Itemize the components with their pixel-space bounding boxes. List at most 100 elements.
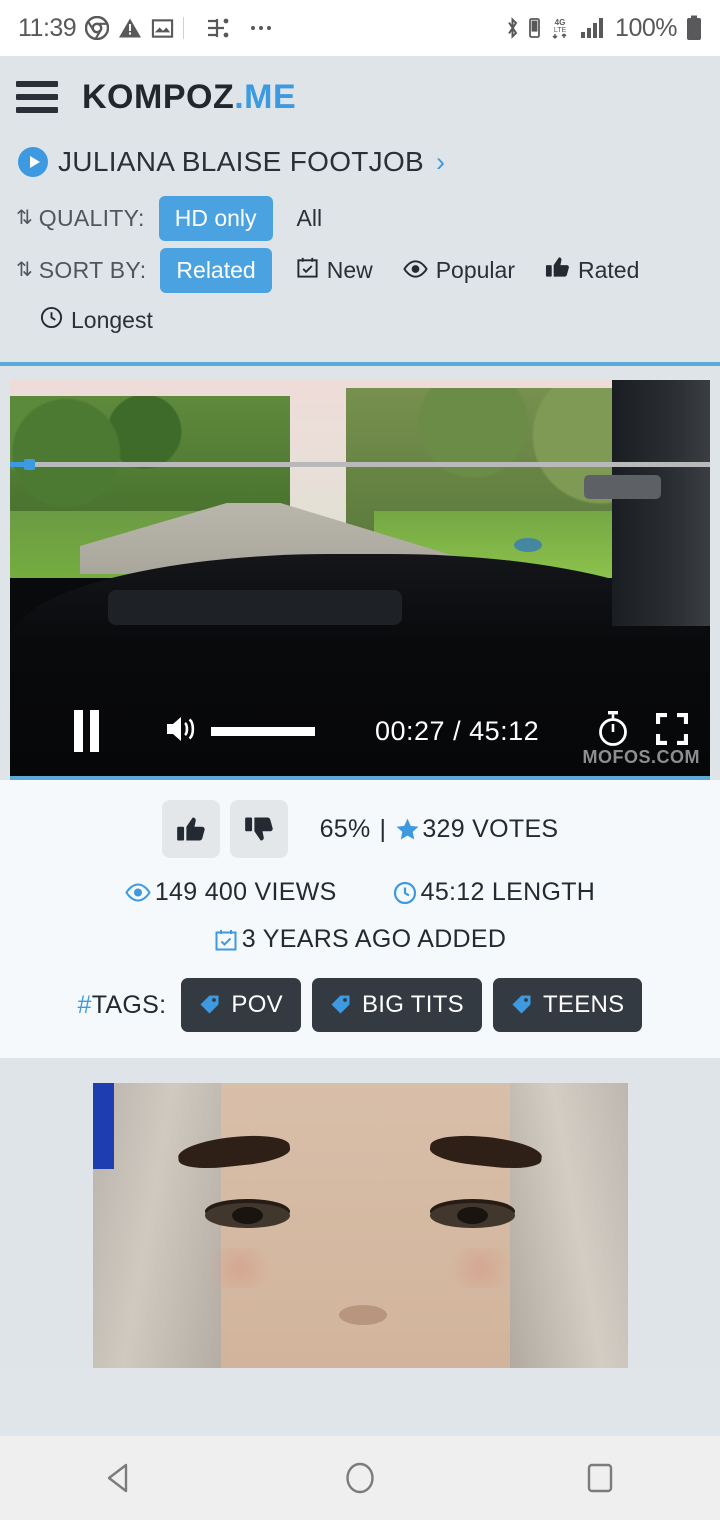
length-stat: 45:12 LENGTH bbox=[393, 878, 596, 907]
recents-square-icon[interactable] bbox=[540, 1436, 660, 1520]
star-icon bbox=[395, 817, 420, 842]
chrome-icon bbox=[85, 16, 110, 40]
player-right-controls bbox=[596, 710, 694, 752]
eye-icon bbox=[403, 257, 428, 284]
video-stats-panel: 65% | 329 VOTES 149 400 VIEWS 45:12 LENG… bbox=[0, 780, 720, 1058]
fullscreen-icon[interactable] bbox=[655, 712, 689, 750]
tag-label: TEENS bbox=[542, 991, 625, 1018]
logo-suffix: .ME bbox=[234, 77, 297, 116]
status-bar-left: 11:39 bbox=[18, 14, 272, 43]
tags-label-text: TAGS: bbox=[91, 990, 167, 1019]
chevron-right-icon: › bbox=[436, 146, 446, 177]
sort-option-rated[interactable]: Rated bbox=[545, 256, 639, 284]
thumb-cheek-right bbox=[440, 1248, 521, 1289]
meta-row-primary: 149 400 VIEWS 45:12 LENGTH bbox=[0, 878, 720, 907]
player-watermark: MOFOS.COM bbox=[582, 747, 700, 767]
rating-summary: 65% | 329 VOTES bbox=[320, 815, 559, 844]
status-time: 11:39 bbox=[18, 13, 77, 42]
vote-row: 65% | 329 VOTES bbox=[0, 800, 720, 858]
video-mirror bbox=[584, 475, 661, 499]
stopwatch-icon[interactable] bbox=[596, 710, 630, 752]
volume-slider[interactable] bbox=[211, 726, 315, 736]
tag-icon bbox=[511, 994, 533, 1016]
tag-teens[interactable]: TEENS bbox=[492, 978, 643, 1032]
sort-option-new-label: New bbox=[326, 256, 373, 283]
tag-big-tits[interactable]: BIG TITS bbox=[311, 978, 482, 1032]
thumbs-up-icon bbox=[176, 817, 205, 841]
bluetooth-icon bbox=[505, 16, 520, 40]
time-display: 00:27 / 45:12 bbox=[375, 715, 540, 746]
breadcrumb[interactable]: JULIANA BLAISE FOOTJOB › bbox=[14, 138, 706, 192]
sort-option-new[interactable]: New bbox=[296, 256, 373, 285]
quality-option-hd-only[interactable]: HD only bbox=[158, 195, 273, 241]
sort-option-longest[interactable]: Longest bbox=[40, 306, 153, 335]
thumbs-up-icon bbox=[545, 256, 570, 284]
thumb-hair-right bbox=[509, 1083, 628, 1368]
sort-option-rated-label: Rated bbox=[578, 256, 640, 283]
seek-bar[interactable] bbox=[10, 459, 710, 470]
eye-icon bbox=[125, 883, 151, 902]
pause-icon[interactable] bbox=[74, 710, 99, 752]
views-value: 149 400 VIEWS bbox=[154, 878, 337, 906]
sort-filter-row: ⇅ SORT BY: Related New Popular Rated bbox=[14, 244, 706, 296]
dislike-button[interactable] bbox=[229, 800, 288, 858]
tag-pov[interactable]: POV bbox=[181, 978, 301, 1032]
clock-icon bbox=[40, 306, 63, 335]
image-icon bbox=[151, 17, 174, 40]
logo-main: KOMPOZ bbox=[82, 77, 235, 116]
thumb-nose bbox=[338, 1305, 387, 1326]
views-stat: 149 400 VIEWS bbox=[125, 878, 337, 907]
sort-option-popular-label: Popular bbox=[435, 256, 515, 283]
tags-label: #TAGS: bbox=[78, 991, 167, 1020]
sort-option-related[interactable]: Related bbox=[160, 247, 272, 293]
tag-label: POV bbox=[231, 991, 283, 1018]
play-circle-icon bbox=[18, 147, 48, 177]
rating-separator: | bbox=[379, 814, 387, 843]
sort-updown-icon: ⇅ bbox=[16, 259, 33, 281]
clock-icon bbox=[393, 881, 417, 905]
sort-option-popular[interactable]: Popular bbox=[403, 257, 515, 284]
thumb-cheek-left bbox=[199, 1248, 280, 1289]
tag-label: BIG TITS bbox=[361, 991, 464, 1018]
thumbs-down-icon bbox=[244, 817, 273, 841]
video-pillar bbox=[612, 380, 710, 626]
back-triangle-icon[interactable] bbox=[60, 1436, 180, 1520]
sort-extra-row: Longest bbox=[14, 296, 706, 344]
warning-icon bbox=[118, 16, 142, 40]
quality-filter-row: ⇅ QUALITY: HD only All bbox=[14, 192, 706, 244]
more-icon bbox=[250, 24, 272, 32]
like-button[interactable] bbox=[161, 800, 220, 858]
svg-text:LTE: LTE bbox=[554, 27, 567, 34]
quality-option-all[interactable]: All bbox=[297, 205, 323, 232]
volume-control[interactable] bbox=[163, 712, 315, 751]
signal-bars-icon bbox=[580, 17, 606, 39]
battery-percent: 100% bbox=[615, 13, 677, 42]
hamburger-icon[interactable] bbox=[16, 81, 58, 113]
app-header: KOMPOZ.ME bbox=[0, 56, 720, 138]
thumb-eye-left bbox=[204, 1202, 291, 1229]
battery-icon bbox=[686, 15, 702, 41]
sort-label: SORT BY: bbox=[38, 256, 147, 283]
calendar-check-icon bbox=[214, 928, 238, 952]
thumb-eye-right bbox=[429, 1202, 516, 1229]
status-bar-right: 4G LTE 100% bbox=[505, 14, 702, 43]
rating-percent: 65% bbox=[319, 814, 371, 843]
sort-option-longest-label: Longest bbox=[71, 306, 153, 333]
status-bar: 11:39 4G LTE 100% bbox=[0, 0, 720, 56]
page-title: JULIANA BLAISE FOOTJOB bbox=[58, 146, 425, 177]
svg-text:4G: 4G bbox=[555, 18, 566, 27]
site-logo[interactable]: KOMPOZ.ME bbox=[82, 78, 296, 117]
home-circle-icon[interactable] bbox=[300, 1436, 420, 1520]
seek-handle[interactable] bbox=[24, 459, 35, 470]
volume-icon[interactable] bbox=[163, 712, 197, 751]
tags-hash: # bbox=[77, 990, 92, 1019]
hamburger-bar bbox=[16, 107, 58, 113]
quality-label: QUALITY: bbox=[38, 204, 145, 231]
next-video-thumbnail[interactable] bbox=[92, 1083, 628, 1368]
added-value: 3 YEARS AGO ADDED bbox=[241, 925, 507, 953]
lte-icon: 4G LTE bbox=[549, 16, 571, 40]
video-player[interactable]: 00:27 / 45:12 MOFOS.COM bbox=[10, 380, 710, 780]
thumb-blue-strip bbox=[92, 1083, 114, 1169]
sort-updown-icon: ⇅ bbox=[16, 207, 33, 229]
filter-panel: JULIANA BLAISE FOOTJOB › ⇅ QUALITY: HD o… bbox=[0, 138, 720, 362]
